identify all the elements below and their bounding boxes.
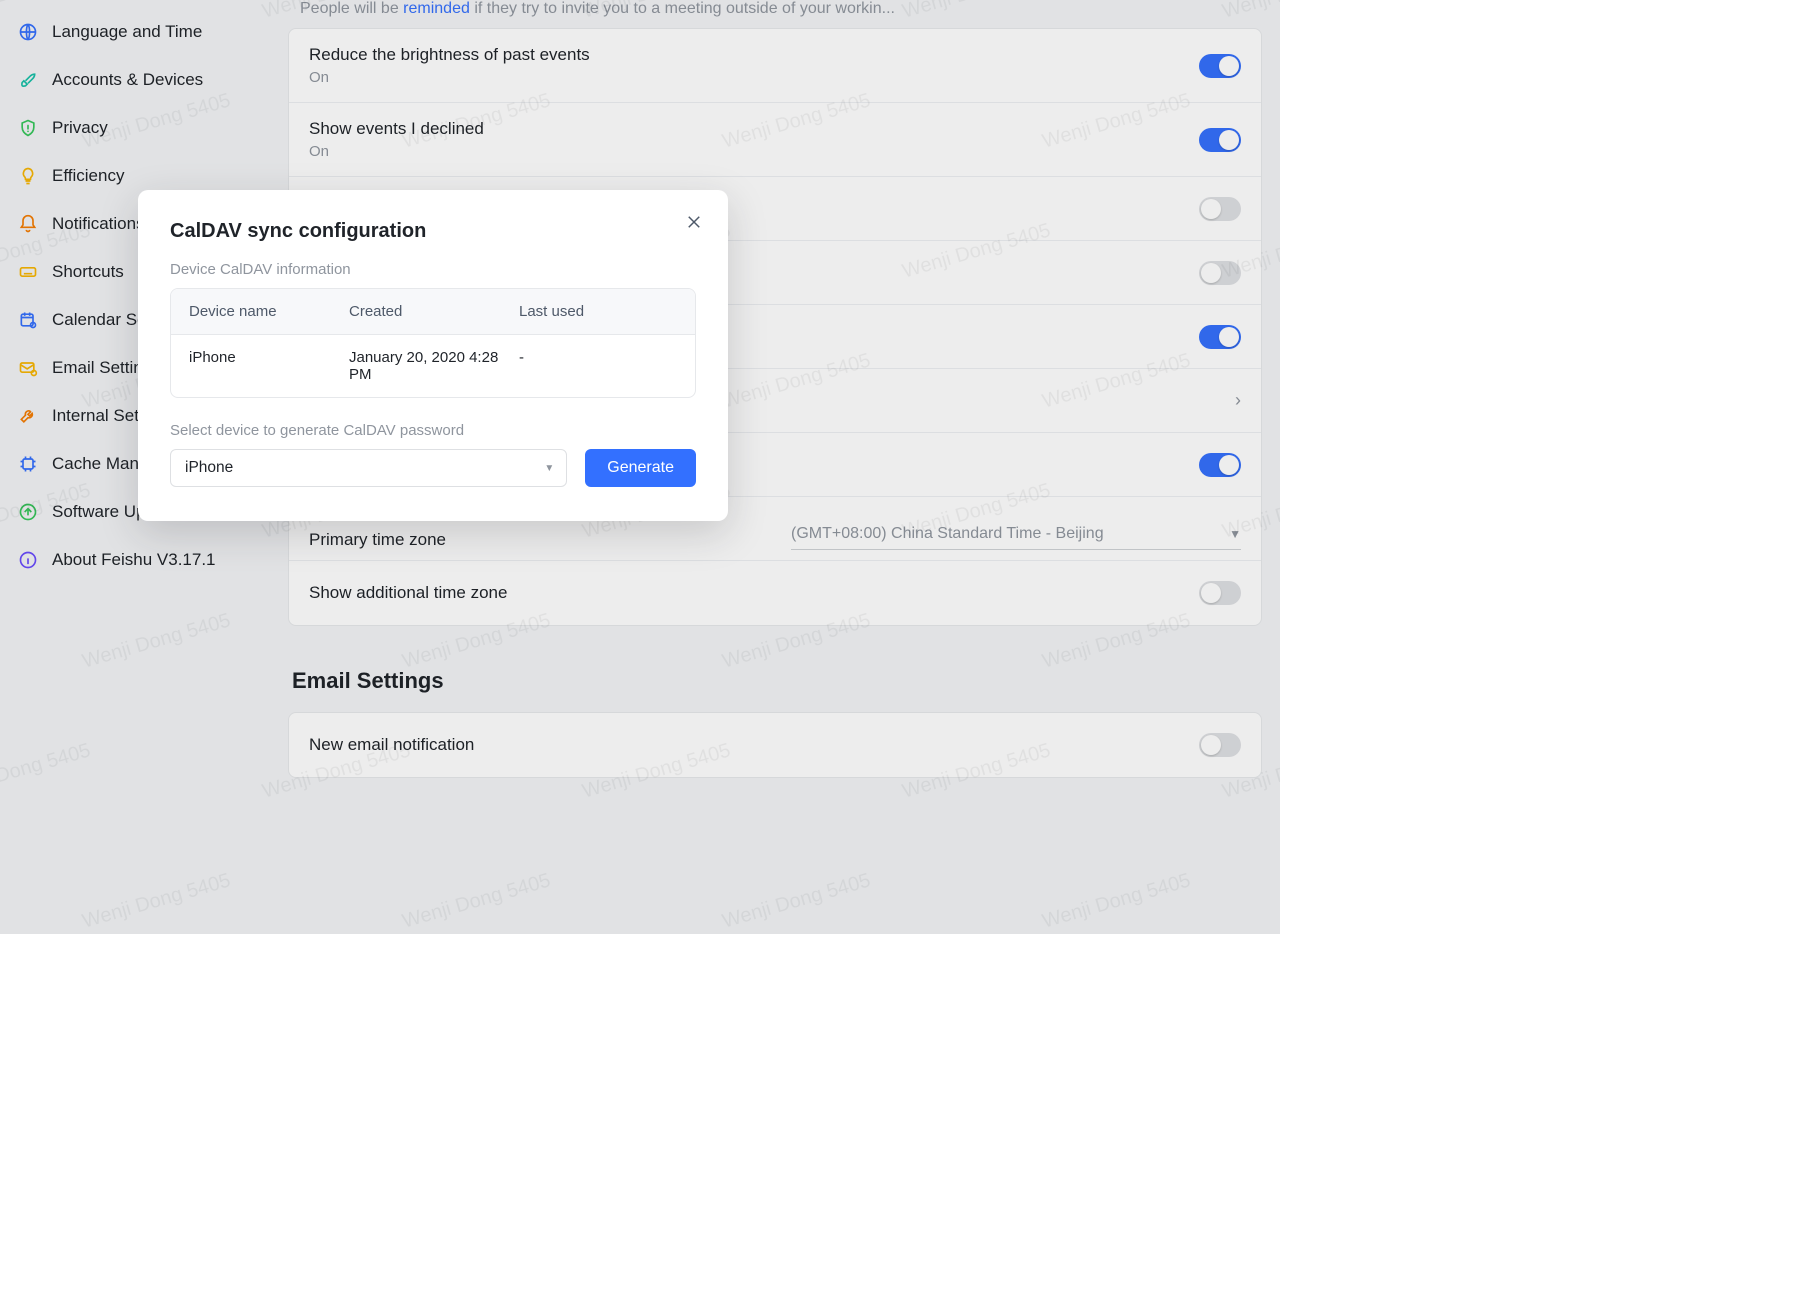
caret-down-icon: ▼: [1229, 527, 1241, 541]
sidebar-item-language-time[interactable]: Language and Time: [0, 8, 272, 56]
row-new-email-notification: New email notification: [289, 713, 1261, 777]
toggle-show-declined[interactable]: [1199, 128, 1241, 152]
hint-prefix: People will be: [300, 0, 403, 17]
toggle-additional-timezone[interactable]: [1199, 581, 1241, 605]
row-title: Primary time zone: [309, 530, 446, 550]
toggle-obscured-b[interactable]: [1199, 325, 1241, 349]
globe-icon: [18, 22, 38, 42]
shield-icon: [18, 118, 38, 138]
device-caldav-info-label: Device CalDAV information: [170, 261, 696, 278]
toggle-notify-accepted[interactable]: [1199, 197, 1241, 221]
cell-device-name: iPhone: [189, 349, 349, 383]
cell-created: January 20, 2020 4:28 PM: [349, 349, 519, 383]
sidebar-item-label: Language and Time: [52, 22, 202, 42]
col-last-used: Last used: [519, 303, 677, 320]
cell-last-used: -: [519, 349, 677, 383]
sidebar-item-about[interactable]: About Feishu V3.17.1: [0, 536, 272, 584]
wrench-icon: [18, 406, 38, 426]
sidebar-item-label: About Feishu V3.17.1: [52, 550, 216, 570]
hint-suffix: if they try to invite you to a meeting o…: [470, 0, 895, 17]
working-hours-hint: People will be reminded if they try to i…: [288, 0, 1262, 28]
device-select-value: iPhone: [185, 459, 233, 477]
bulb-icon: [18, 166, 38, 186]
email-settings-section-title: Email Settings: [288, 626, 1262, 712]
caldav-device-table: Device name Created Last used iPhone Jan…: [170, 288, 696, 398]
sidebar-item-label: Notifications: [52, 214, 145, 234]
generate-button[interactable]: Generate: [585, 449, 696, 487]
info-icon: [18, 550, 38, 570]
row-reduce-brightness: Reduce the brightness of past events On: [289, 29, 1261, 103]
row-title: Reduce the brightness of past events: [309, 45, 590, 65]
select-device-label: Select device to generate CalDAV passwor…: [170, 422, 696, 439]
calendar-gear-icon: [18, 310, 38, 330]
chip-icon: [18, 454, 38, 474]
modal-title: CalDAV sync configuration: [170, 220, 696, 243]
sidebar-item-label: Efficiency: [52, 166, 124, 186]
device-select[interactable]: iPhone ▼: [170, 449, 567, 487]
row-sub: On: [309, 143, 484, 160]
primary-timezone-select[interactable]: (GMT+08:00) China Standard Time - Beijin…: [791, 525, 1241, 550]
table-row: iPhone January 20, 2020 4:28 PM -: [171, 335, 695, 397]
col-created: Created: [349, 303, 519, 320]
table-header-row: Device name Created Last used: [171, 289, 695, 335]
mail-gear-icon: [18, 358, 38, 378]
toggle-obscured-c[interactable]: [1199, 453, 1241, 477]
row-additional-timezone: Show additional time zone: [289, 561, 1261, 625]
toggle-obscured-a[interactable]: [1199, 261, 1241, 285]
upgrade-icon: [18, 502, 38, 522]
row-sub: On: [309, 69, 590, 86]
caret-down-icon: ▼: [544, 463, 554, 474]
bell-icon: [18, 214, 38, 234]
sidebar-item-label: Shortcuts: [52, 262, 124, 282]
row-title: New email notification: [309, 735, 474, 755]
close-button[interactable]: [682, 210, 706, 234]
sidebar-item-label: Accounts & Devices: [52, 70, 203, 90]
sidebar-item-label: Privacy: [52, 118, 108, 138]
timezone-value: (GMT+08:00) China Standard Time - Beijin…: [791, 525, 1104, 543]
toggle-reduce-brightness[interactable]: [1199, 54, 1241, 78]
rocket-icon: [18, 70, 38, 90]
sidebar-item-privacy[interactable]: Privacy: [0, 104, 272, 152]
row-title: Show additional time zone: [309, 583, 507, 603]
caldav-sync-modal: CalDAV sync configuration Device CalDAV …: [138, 190, 728, 521]
col-device-name: Device name: [189, 303, 349, 320]
row-show-declined: Show events I declined On: [289, 103, 1261, 177]
keyboard-icon: [18, 262, 38, 282]
email-settings-card: New email notification: [288, 712, 1262, 778]
toggle-new-email-notification[interactable]: [1199, 733, 1241, 757]
chevron-right-icon: ›: [1235, 390, 1241, 411]
reminded-link[interactable]: reminded: [403, 0, 470, 17]
sidebar-item-accounts-devices[interactable]: Accounts & Devices: [0, 56, 272, 104]
row-title: Show events I declined: [309, 119, 484, 139]
